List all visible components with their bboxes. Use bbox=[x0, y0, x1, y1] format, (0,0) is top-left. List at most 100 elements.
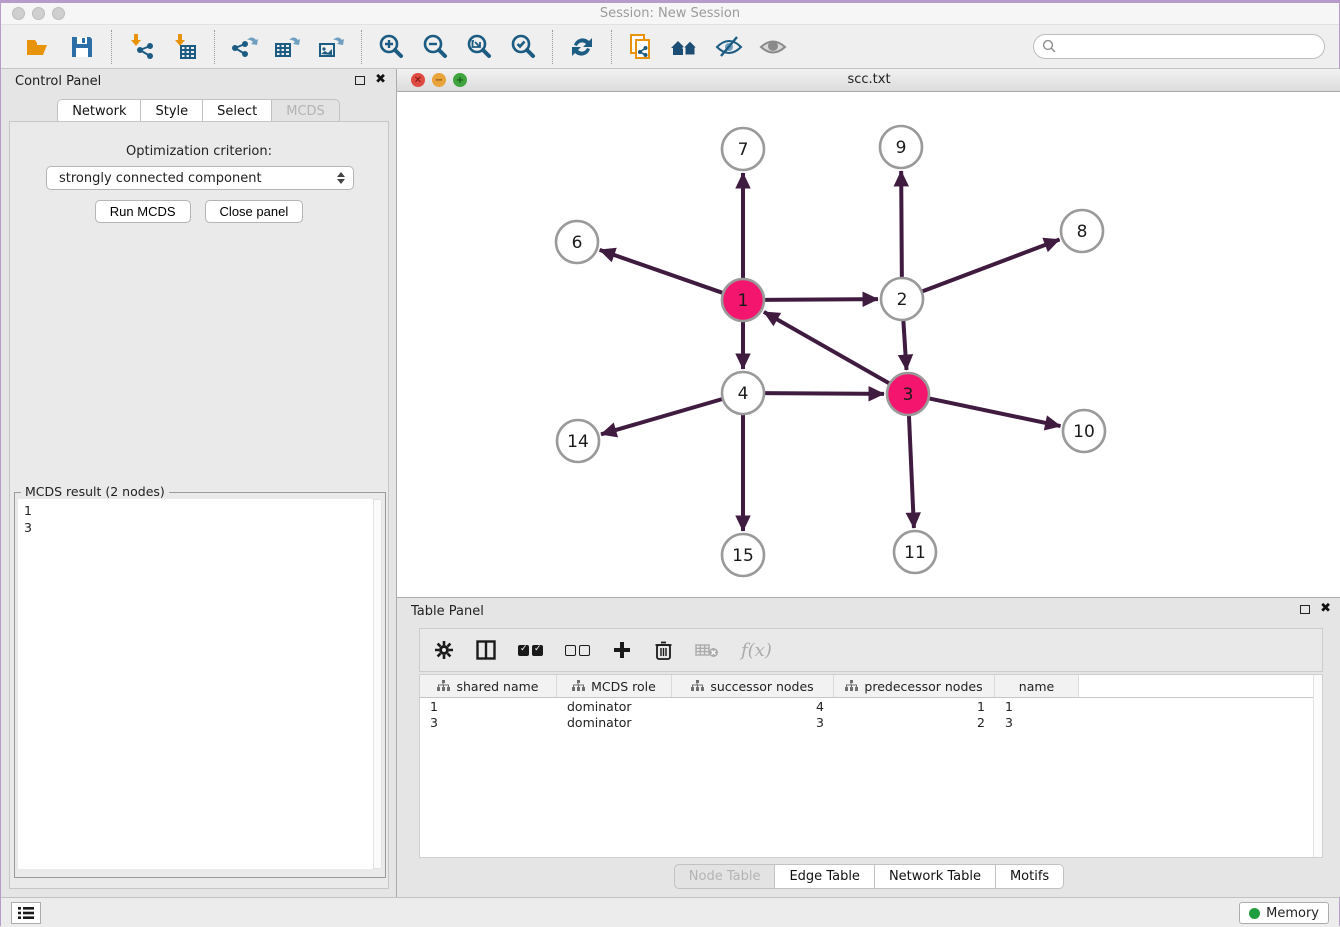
minimize-network-icon[interactable]: − bbox=[432, 73, 446, 87]
task-history-icon[interactable] bbox=[11, 902, 41, 924]
mcds-tab-content: Optimization criterion: strongly connect… bbox=[9, 121, 389, 889]
select-all-columns-icon[interactable] bbox=[518, 645, 543, 656]
app-titlebar: Session: New Session bbox=[1, 3, 1339, 24]
search-input[interactable] bbox=[1033, 34, 1325, 59]
import-network-icon[interactable] bbox=[124, 30, 158, 64]
export-network-icon[interactable] bbox=[227, 30, 261, 64]
node-table-header: shared nameMCDS rolesuccessor nodesprede… bbox=[420, 675, 1322, 698]
graph-edge-4-14[interactable] bbox=[601, 399, 723, 434]
maximize-network-icon[interactable]: + bbox=[453, 73, 467, 87]
graph-edge-4-3[interactable] bbox=[764, 393, 884, 394]
optimization-criterion-value: strongly connected component bbox=[59, 171, 262, 186]
export-table-icon[interactable] bbox=[271, 30, 305, 64]
deselect-all-columns-icon[interactable] bbox=[565, 645, 590, 656]
graph-node-label: 11 bbox=[904, 543, 926, 563]
graph-edge-2-9[interactable] bbox=[901, 171, 902, 278]
optimization-criterion-select[interactable]: strongly connected component bbox=[46, 166, 354, 190]
minimize-window-icon[interactable] bbox=[32, 7, 45, 20]
zoom-in-icon[interactable] bbox=[374, 30, 408, 64]
table-cell[interactable]: dominator bbox=[557, 699, 672, 714]
table-settings-gear-icon[interactable] bbox=[434, 640, 454, 660]
graph-node-label: 1 bbox=[738, 291, 749, 311]
delete-table-icon bbox=[695, 642, 719, 658]
add-column-icon[interactable] bbox=[612, 640, 632, 660]
mcds-result-text[interactable]: 1 3 bbox=[18, 499, 373, 869]
table-panel: Table Panel ✖ f(x) shared nameMCDS roles… bbox=[397, 597, 1340, 897]
clone-network-icon[interactable] bbox=[624, 30, 658, 64]
select-stepper-icon bbox=[337, 172, 345, 184]
graph-edge-3-10[interactable] bbox=[929, 398, 1061, 426]
tab-edge-table[interactable]: Edge Table bbox=[775, 864, 874, 889]
column-type-icon bbox=[437, 679, 450, 694]
window-traffic-lights[interactable] bbox=[12, 7, 65, 20]
tab-motifs[interactable]: Motifs bbox=[996, 864, 1064, 889]
float-panel-icon[interactable] bbox=[355, 76, 365, 85]
memory-button[interactable]: Memory bbox=[1239, 902, 1329, 924]
optimization-criterion-label: Optimization criterion: bbox=[10, 144, 388, 159]
float-table-panel-icon[interactable] bbox=[1300, 605, 1310, 614]
mcds-result-scrollbar[interactable] bbox=[373, 499, 382, 869]
graph-edge-3-1[interactable] bbox=[764, 312, 890, 384]
graph-node-label: 3 bbox=[903, 385, 914, 405]
graph-node-label: 6 bbox=[572, 233, 583, 253]
first-neighbors-icon[interactable] bbox=[668, 30, 702, 64]
graph-edge-1-2[interactable] bbox=[764, 299, 878, 300]
function-builder-icon: f(x) bbox=[741, 640, 772, 661]
network-window-titlebar[interactable]: ✕ − + scc.txt bbox=[397, 69, 1340, 92]
graph-edge-3-11[interactable] bbox=[909, 415, 914, 528]
table-scrollbar[interactable] bbox=[1313, 675, 1322, 857]
graph-node-label: 14 bbox=[567, 432, 589, 452]
table-cell[interactable]: 3 bbox=[420, 715, 557, 730]
control-panel: Control Panel ✖ NetworkStyleSelectMCDS O… bbox=[1, 69, 397, 897]
tab-network-table[interactable]: Network Table bbox=[875, 864, 996, 889]
column-type-icon bbox=[845, 679, 858, 694]
table-cell[interactable]: 2 bbox=[834, 715, 995, 730]
close-window-icon[interactable] bbox=[12, 7, 25, 20]
save-icon[interactable] bbox=[65, 30, 99, 64]
close-table-panel-icon[interactable]: ✖ bbox=[1320, 604, 1331, 614]
column-header-successor-nodes[interactable]: successor nodes bbox=[672, 675, 834, 697]
apply-layout-icon[interactable] bbox=[565, 30, 599, 64]
table-cell[interactable]: 3 bbox=[672, 715, 834, 730]
show-all-icon[interactable] bbox=[756, 30, 790, 64]
network-graph-canvas[interactable]: 7968124314101511 bbox=[397, 92, 1340, 597]
tab-node-table[interactable]: Node Table bbox=[674, 864, 776, 889]
graph-edge-2-8[interactable] bbox=[922, 239, 1060, 291]
table-cell[interactable]: 4 bbox=[672, 699, 834, 714]
graph-node-label: 7 bbox=[738, 140, 749, 160]
table-cell[interactable]: 1 bbox=[420, 699, 557, 714]
close-panel-button[interactable]: Close panel bbox=[205, 200, 304, 223]
zoom-selected-icon[interactable] bbox=[506, 30, 540, 64]
zoom-fit-icon[interactable] bbox=[462, 30, 496, 64]
search-icon bbox=[1042, 39, 1057, 58]
node-table-body: 1dominator4113dominator323 bbox=[420, 698, 1322, 730]
column-header-name[interactable]: name bbox=[995, 675, 1079, 697]
zoom-window-icon[interactable] bbox=[52, 7, 65, 20]
graph-edge-1-6[interactable] bbox=[600, 250, 724, 293]
import-table-icon[interactable] bbox=[168, 30, 202, 64]
table-cell[interactable]: 3 bbox=[995, 715, 1079, 730]
close-network-icon[interactable]: ✕ bbox=[411, 73, 425, 87]
column-header-predecessor-nodes[interactable]: predecessor nodes bbox=[834, 675, 995, 697]
zoom-out-icon[interactable] bbox=[418, 30, 452, 64]
graph-node-label: 4 bbox=[738, 384, 749, 404]
run-mcds-button[interactable]: Run MCDS bbox=[95, 200, 191, 223]
table-toolbar: f(x) bbox=[419, 628, 1323, 672]
show-column-panel-icon[interactable] bbox=[476, 640, 496, 660]
table-cell[interactable]: 1 bbox=[995, 699, 1079, 714]
network-view-window: ✕ − + scc.txt 7968124314101511 bbox=[397, 69, 1340, 597]
close-panel-icon[interactable]: ✖ bbox=[375, 75, 386, 85]
table-cell[interactable]: dominator bbox=[557, 715, 672, 730]
hide-selected-icon[interactable] bbox=[712, 30, 746, 64]
mcds-result-group: MCDS result (2 nodes) 1 3 bbox=[14, 492, 386, 878]
column-header-shared-name[interactable]: shared name bbox=[420, 675, 557, 697]
delete-column-trash-icon[interactable] bbox=[654, 640, 673, 660]
table-row[interactable]: 3dominator323 bbox=[420, 714, 1322, 730]
graph-edge-2-3[interactable] bbox=[903, 320, 906, 370]
export-image-icon[interactable] bbox=[315, 30, 349, 64]
table-cell[interactable]: 1 bbox=[834, 699, 995, 714]
memory-status-icon bbox=[1249, 908, 1260, 919]
open-file-icon[interactable] bbox=[21, 30, 55, 64]
table-row[interactable]: 1dominator411 bbox=[420, 698, 1322, 714]
column-header-MCDS-role[interactable]: MCDS role bbox=[557, 675, 672, 697]
